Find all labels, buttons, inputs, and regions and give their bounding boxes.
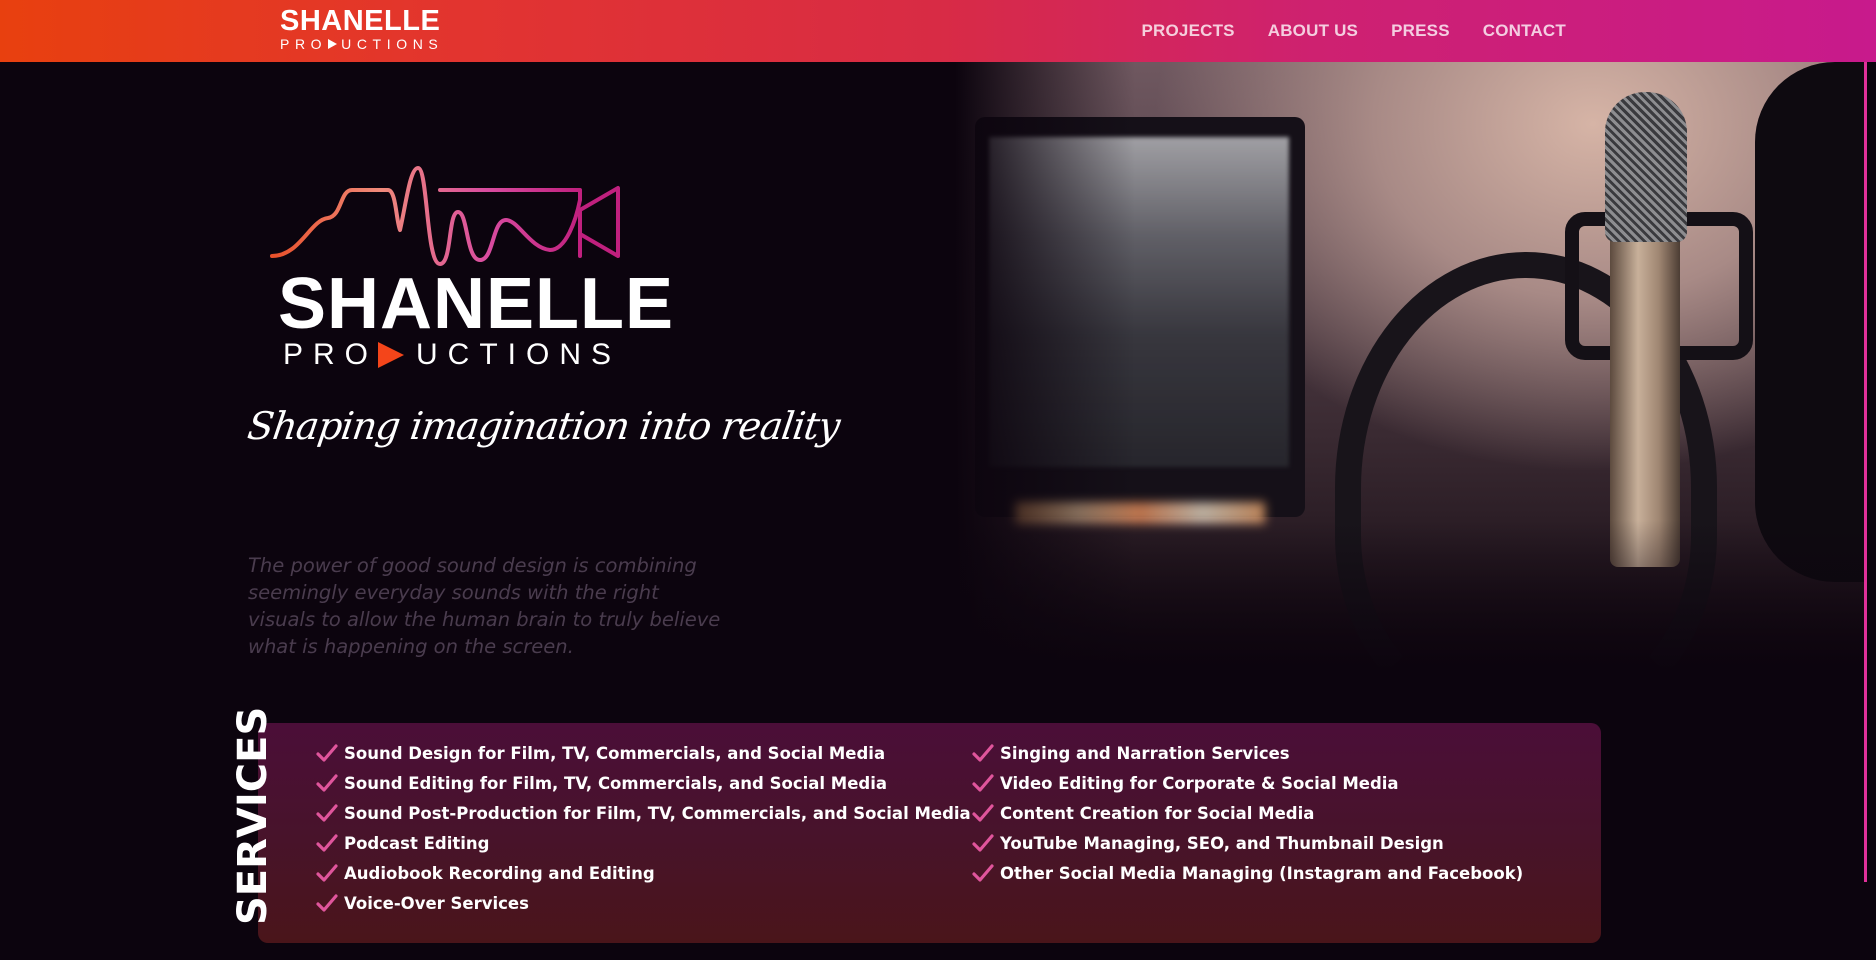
service-label: Audiobook Recording and Editing <box>344 863 655 883</box>
service-item: Other Social Media Managing (Instagram a… <box>972 858 1523 888</box>
check-icon <box>316 894 338 912</box>
nav-link-press[interactable]: PRESS <box>1391 21 1450 41</box>
service-label: Singing and Narration Services <box>1000 743 1290 763</box>
header-logo-sub-left: PRO <box>280 36 328 52</box>
check-icon <box>316 804 338 822</box>
service-item: YouTube Managing, SEO, and Thumbnail Des… <box>972 828 1523 858</box>
service-label: Video Editing for Corporate & Social Med… <box>1000 773 1399 793</box>
check-icon <box>316 834 338 852</box>
check-icon <box>972 804 994 822</box>
service-label: Other Social Media Managing (Instagram a… <box>1000 863 1524 883</box>
service-item: Sound Design for Film, TV, Commercials, … <box>316 738 971 768</box>
hero-logo-subtitle: PRO UCTIONS <box>283 340 621 370</box>
service-item: Content Creation for Social Media <box>972 798 1523 828</box>
hero-quote: The power of good sound design is combin… <box>248 554 721 658</box>
pop-filter-shape <box>1755 62 1866 582</box>
service-item: Singing and Narration Services <box>972 738 1523 768</box>
header-logo-title: SHANELLE <box>280 5 441 37</box>
microphone-body <box>1610 227 1680 567</box>
services-list-left: Sound Design for Film, TV, Commercials, … <box>316 738 971 918</box>
service-item: Sound Editing for Film, TV, Commercials,… <box>316 768 971 798</box>
check-icon <box>316 774 338 792</box>
check-icon <box>316 864 338 882</box>
services-heading: SERVICES <box>230 706 276 925</box>
nav-link-projects[interactable]: PROJECTS <box>1141 21 1234 41</box>
play-icon <box>378 342 405 368</box>
check-icon <box>316 744 338 762</box>
service-item: Voice-Over Services <box>316 888 971 918</box>
hero-logo-title: SHANELLE <box>278 264 675 344</box>
check-icon <box>972 834 994 852</box>
play-icon <box>328 39 338 49</box>
service-label: Podcast Editing <box>344 833 490 853</box>
service-label: Sound Design for Film, TV, Commercials, … <box>344 743 886 763</box>
service-label: Content Creation for Social Media <box>1000 803 1315 823</box>
hero-logo-waveform <box>270 160 660 270</box>
main-nav: PROJECTS ABOUT US PRESS CONTACT <box>1141 0 1566 62</box>
check-icon <box>972 774 994 792</box>
check-icon <box>972 744 994 762</box>
service-item: Sound Post-Production for Film, TV, Comm… <box>316 798 971 828</box>
nav-link-contact[interactable]: CONTACT <box>1483 21 1566 41</box>
hero-logo-sub-right: UCTIONS <box>416 338 622 371</box>
hero-tagline: Shaping imagination into reality <box>244 404 843 448</box>
check-icon <box>972 864 994 882</box>
header-logo[interactable]: SHANELLE PRO UCTIONS <box>280 6 443 51</box>
service-label: Sound Post-Production for Film, TV, Comm… <box>344 803 971 823</box>
microphone-grill <box>1605 92 1687 242</box>
nav-link-about-us[interactable]: ABOUT US <box>1268 21 1358 41</box>
header-logo-sub-right: UCTIONS <box>341 36 444 52</box>
service-item: Video Editing for Corporate & Social Med… <box>972 768 1523 798</box>
hero-fade-bottom <box>955 520 1866 690</box>
service-label: Voice-Over Services <box>344 893 529 913</box>
services-list-right: Singing and Narration Services Video Edi… <box>972 738 1523 888</box>
service-item: Podcast Editing <box>316 828 971 858</box>
service-item: Audiobook Recording and Editing <box>316 858 971 888</box>
side-accent-stripe <box>1864 62 1867 882</box>
service-label: YouTube Managing, SEO, and Thumbnail Des… <box>1000 833 1444 853</box>
waveform-camera-icon <box>270 166 620 266</box>
top-navigation-bar: SHANELLE PRO UCTIONS PROJECTS ABOUT US P… <box>0 0 1876 62</box>
header-logo-subtitle: PRO UCTIONS <box>280 37 443 51</box>
hero-logo-sub-left: PRO <box>283 338 379 371</box>
service-label: Sound Editing for Film, TV, Commercials,… <box>344 773 888 793</box>
